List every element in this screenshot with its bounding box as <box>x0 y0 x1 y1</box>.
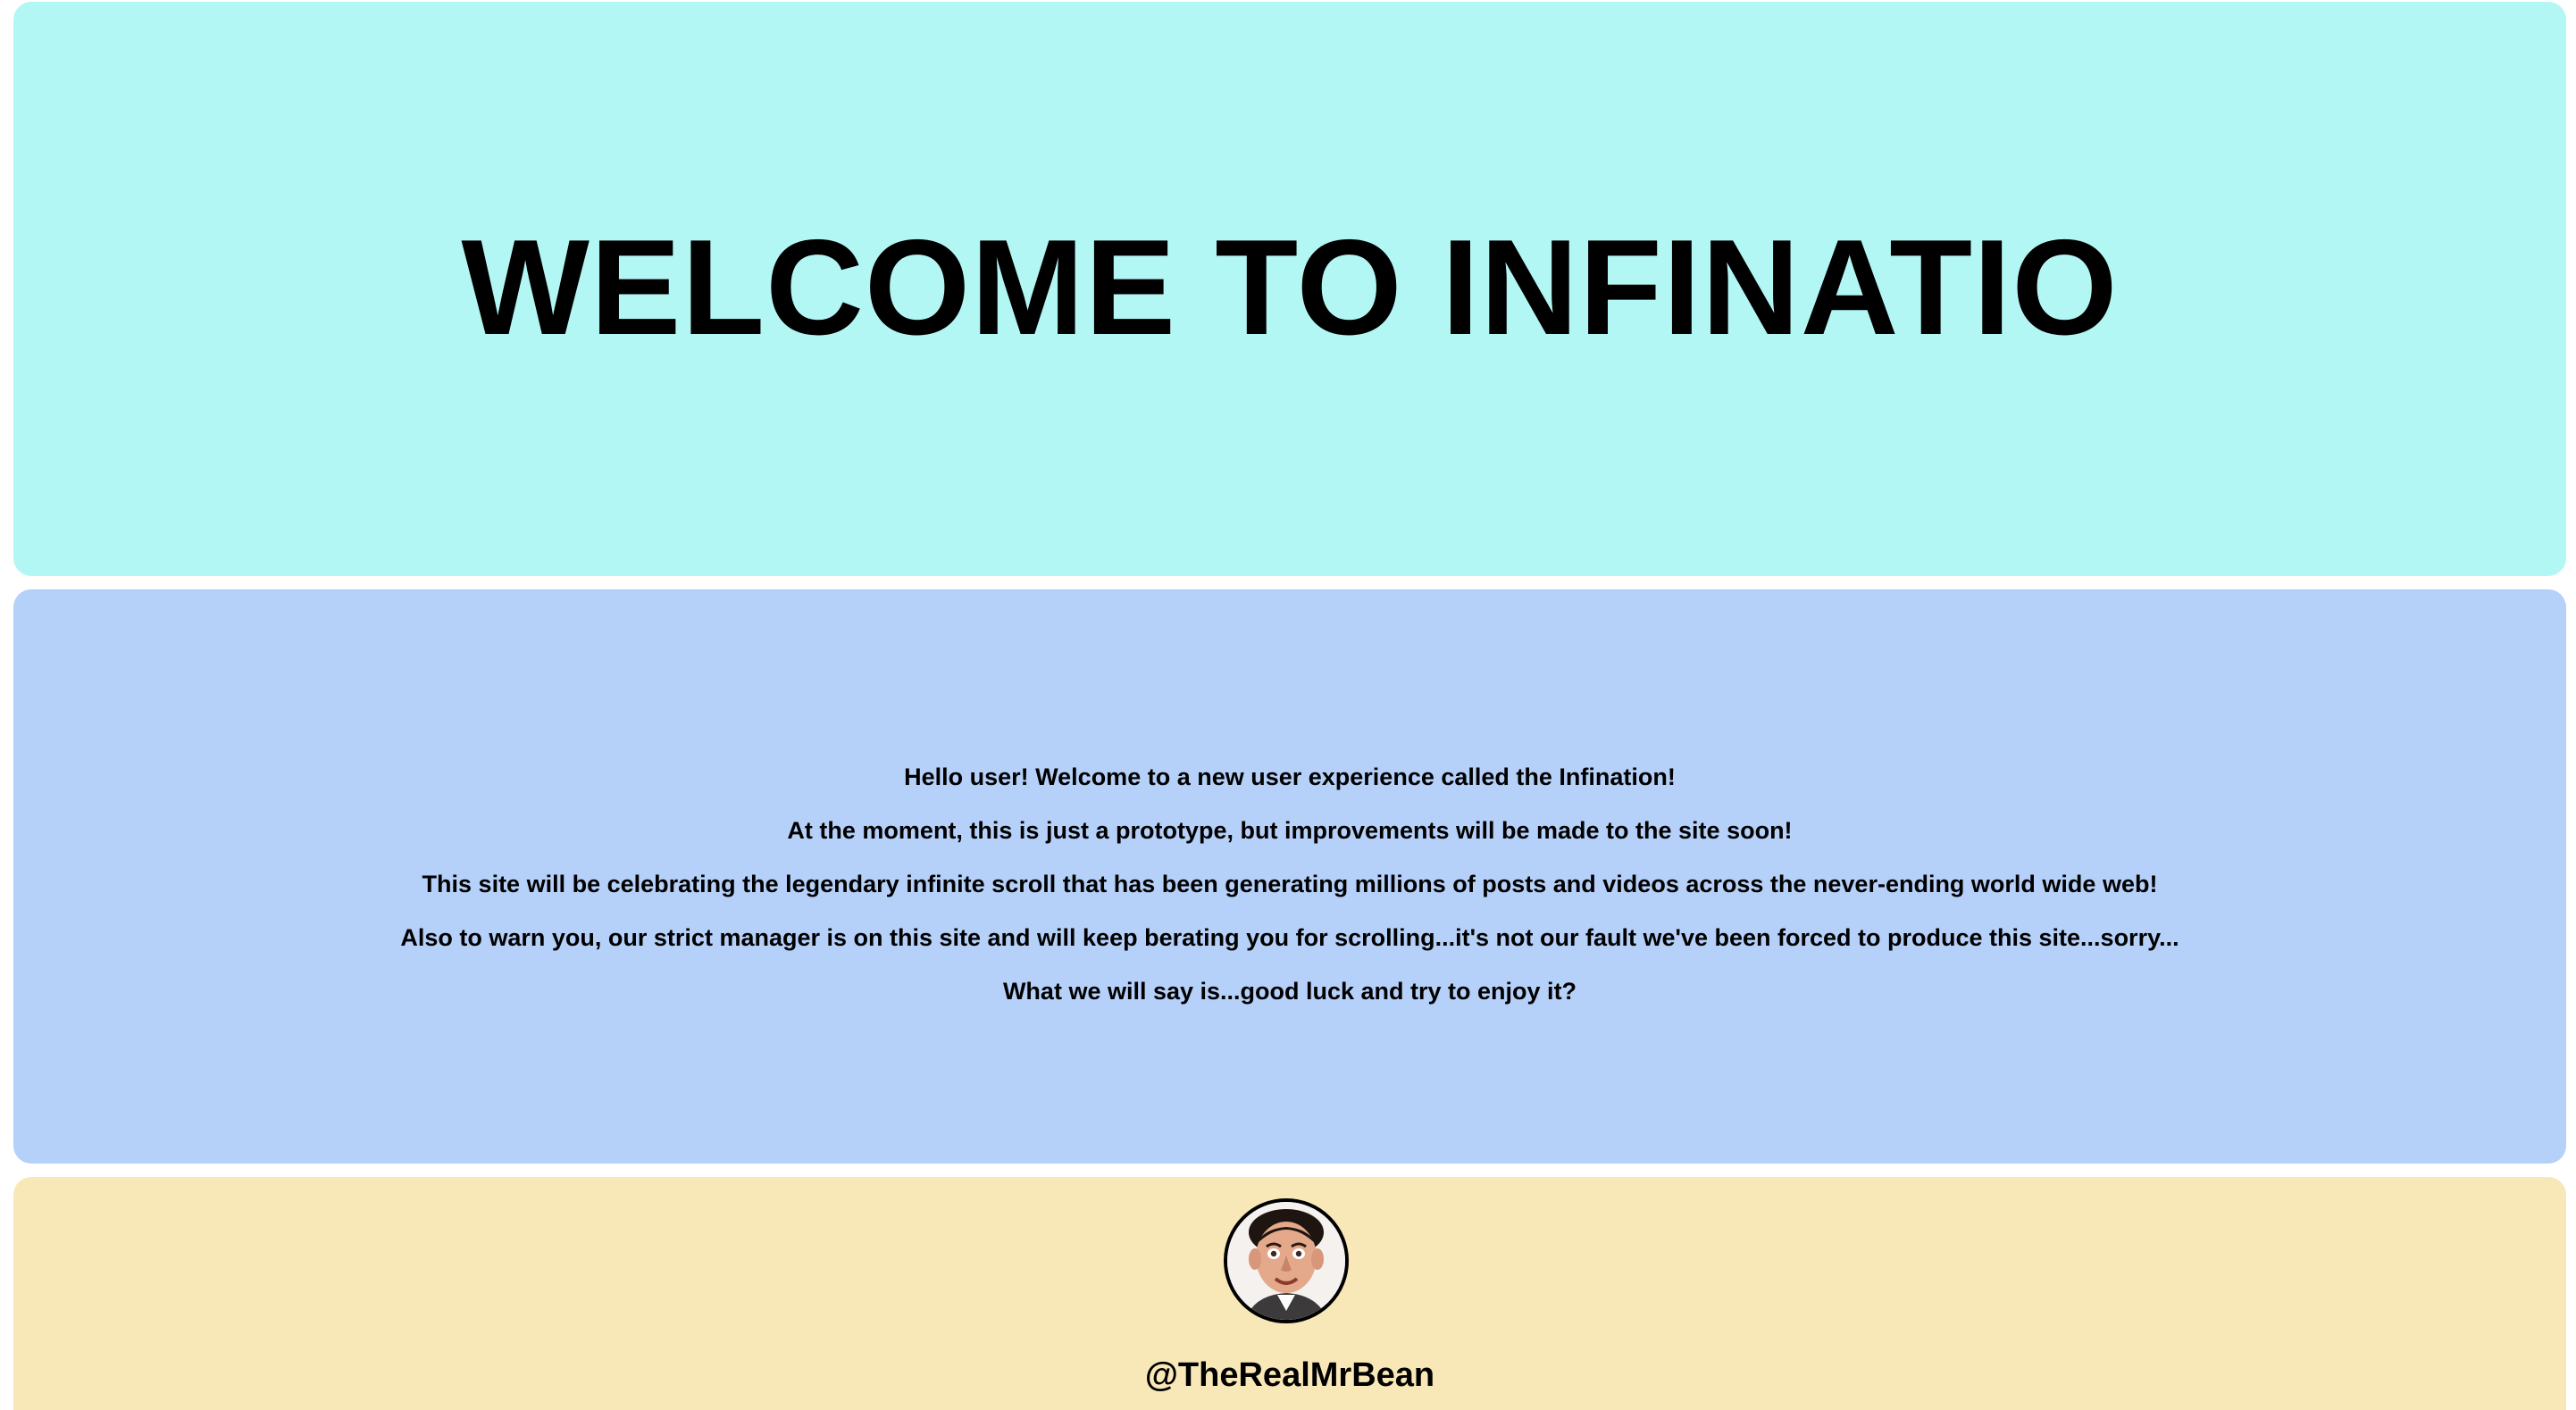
post-card: @TheRealMrBean <box>13 1177 2566 1410</box>
avatar[interactable] <box>1224 1198 1349 1323</box>
post-username[interactable]: @TheRealMrBean <box>13 1356 2566 1395</box>
intro-line: What we will say is...good luck and try … <box>1002 978 1577 1005</box>
welcome-banner: WELCOME TO INFINATIO <box>13 2 2566 576</box>
profile-photo-icon <box>1227 1202 1345 1320</box>
intro-line: Also to warn you, our strict manager is … <box>400 924 2179 951</box>
intro-line: Hello user! Welcome to a new user experi… <box>904 763 1676 790</box>
intro-line: At the moment, this is just a prototype,… <box>787 817 1793 844</box>
page: WELCOME TO INFINATIO Hello user! Welcome… <box>0 0 2576 1410</box>
intro-line: This site will be celebrating the legend… <box>422 871 2158 897</box>
intro-text: Hello user! Welcome to a new user experi… <box>13 763 2566 1031</box>
welcome-title: WELCOME TO INFINATIO <box>461 212 2119 363</box>
intro-panel: Hello user! Welcome to a new user experi… <box>13 589 2566 1164</box>
